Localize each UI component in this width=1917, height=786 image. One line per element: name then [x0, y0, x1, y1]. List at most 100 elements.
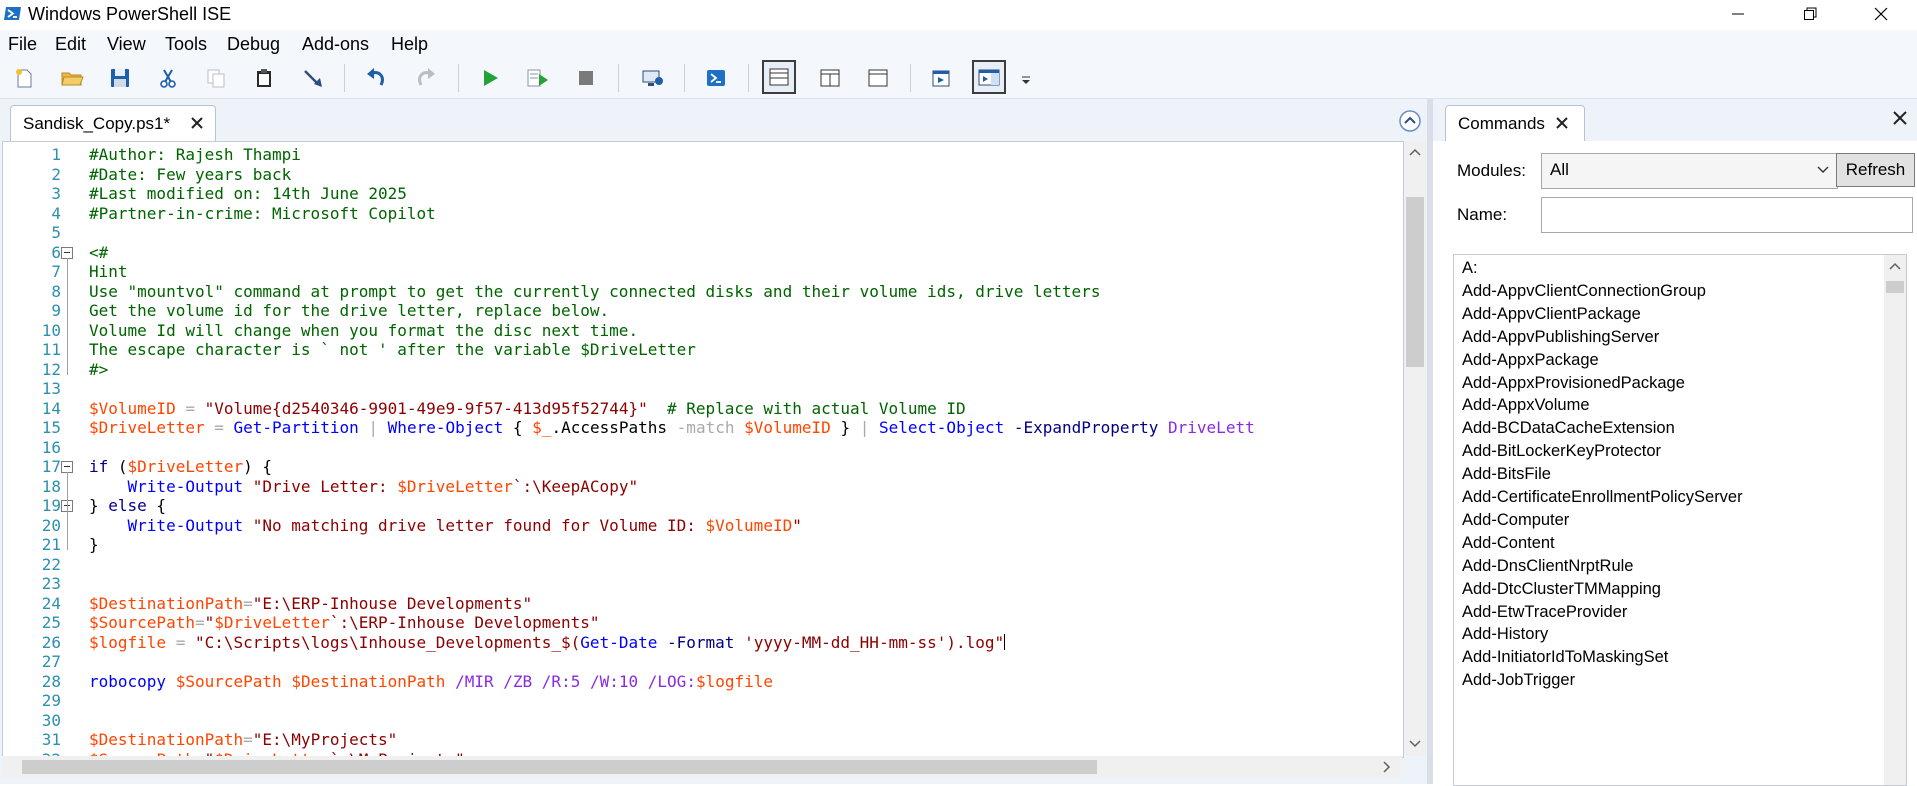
code-line[interactable]: } else {: [89, 496, 166, 516]
code-line[interactable]: robocopy $SourcePath $DestinationPath /M…: [89, 672, 773, 692]
commands-list-scrollbar[interactable]: [1884, 255, 1906, 785]
close-tab-icon[interactable]: [189, 115, 205, 131]
line-number: 21: [41, 535, 61, 554]
stop-button[interactable]: [570, 62, 602, 94]
copy-button[interactable]: [200, 62, 232, 94]
command-list-item[interactable]: A:: [1462, 259, 1478, 278]
restore-button[interactable]: [1782, 0, 1838, 28]
menu-file[interactable]: File: [8, 34, 37, 55]
code-line[interactable]: Write-Output "No matching drive letter f…: [89, 516, 802, 536]
new-script-button[interactable]: [8, 62, 40, 94]
code-token: Select-Object: [879, 418, 1005, 437]
start-powershell-button[interactable]: [700, 62, 732, 94]
close-pane-icon[interactable]: [1891, 109, 1909, 127]
show-script-pane-button[interactable]: [926, 62, 958, 94]
refresh-button[interactable]: Refresh: [1836, 153, 1915, 187]
save-button[interactable]: [104, 62, 136, 94]
code-line[interactable]: $SourcePath="$DriveLetter`:\ERP-Inhouse …: [89, 613, 600, 633]
command-list-item[interactable]: Add-AppxPackage: [1462, 351, 1599, 370]
name-filter-input[interactable]: [1541, 197, 1913, 233]
command-list-item[interactable]: Add-BitsFile: [1462, 465, 1551, 484]
menu-help[interactable]: Help: [391, 34, 428, 55]
tab-sandisk-copy[interactable]: Sandisk_Copy.ps1*: [10, 105, 216, 142]
code-line[interactable]: Hint: [89, 262, 128, 282]
menu-tools[interactable]: Tools: [165, 34, 207, 55]
code-text[interactable]: #Author: Rajesh Thampi #Date: Few years b…: [89, 142, 1399, 757]
undo-button[interactable]: [360, 62, 392, 94]
code-token: <#: [89, 242, 109, 262]
menu-add-ons[interactable]: Add-ons: [302, 34, 369, 55]
command-list-item[interactable]: Add-DnsClientNrptRule: [1462, 557, 1634, 576]
close-tab-icon[interactable]: [1554, 115, 1570, 131]
scroll-up-icon[interactable]: [1409, 147, 1421, 157]
menu-edit[interactable]: Edit: [55, 34, 86, 55]
command-list-item[interactable]: Add-AppvClientConnectionGroup: [1462, 282, 1706, 301]
show-script-pane-maximized-button[interactable]: [862, 62, 894, 94]
show-script-pane-right-button[interactable]: [814, 62, 846, 94]
command-list-item[interactable]: Add-AppxProvisionedPackage: [1462, 374, 1685, 393]
command-list-item[interactable]: Add-AppxVolume: [1462, 396, 1590, 415]
cut-button[interactable]: [152, 62, 184, 94]
code-line[interactable]: Write-Output "Drive Letter: $DriveLetter…: [89, 477, 639, 497]
command-list-item[interactable]: Add-JobTrigger: [1462, 671, 1575, 690]
clear-console-button[interactable]: [296, 62, 328, 94]
vertical-scroll-thumb[interactable]: [1406, 197, 1424, 367]
toolbar-overflow-button[interactable]: [1016, 70, 1036, 90]
new-remote-powershell-tab-button[interactable]: [636, 62, 668, 94]
code-line[interactable]: $VolumeID = "Volume{d2540346-9901-49e9-9…: [89, 399, 966, 419]
tab-commands[interactable]: Commands: [1445, 105, 1585, 142]
code-line[interactable]: #Date: Few years back: [89, 165, 291, 185]
show-commands-addon-button[interactable]: [972, 60, 1006, 94]
code-line[interactable]: #Partner-in-crime: Microsoft Copilot: [89, 204, 436, 224]
code-line[interactable]: Volume Id will change when you format th…: [89, 321, 638, 341]
code-line[interactable]: #>: [89, 360, 108, 380]
scroll-right-icon[interactable]: [1382, 761, 1392, 773]
menu-view[interactable]: View: [107, 34, 146, 55]
code-line[interactable]: if ($DriveLetter) {: [89, 457, 272, 477]
command-list-item[interactable]: Add-AppvClientPackage: [1462, 305, 1641, 324]
show-script-pane-top-button[interactable]: [762, 60, 796, 94]
minimize-button[interactable]: [1710, 0, 1766, 28]
scroll-up-icon[interactable]: [1889, 261, 1901, 271]
code-line[interactable]: $DriveLetter = Get-Partition | Where-Obj…: [89, 418, 1255, 438]
code-line[interactable]: }: [89, 535, 99, 555]
menu-debug[interactable]: Debug: [227, 34, 280, 55]
code-line[interactable]: <#: [89, 243, 108, 263]
close-window-button[interactable]: [1853, 0, 1909, 28]
scroll-down-icon[interactable]: [1409, 739, 1421, 749]
editor-vertical-scrollbar[interactable]: [1404, 141, 1426, 756]
code-line[interactable]: $DestinationPath="E:\MyProjects": [89, 730, 397, 750]
code-line[interactable]: The escape character is ` not ' after th…: [89, 340, 696, 360]
command-list-item[interactable]: Add-Computer: [1462, 511, 1569, 530]
toolbar-separator: [458, 64, 459, 92]
command-list-item[interactable]: Add-DtcClusterTMMapping: [1462, 580, 1661, 599]
open-button[interactable]: [56, 62, 88, 94]
redo-button[interactable]: [410, 62, 442, 94]
commands-list-scroll-thumb[interactable]: [1886, 281, 1904, 293]
command-list-item[interactable]: Add-BitLockerKeyProtector: [1462, 442, 1661, 461]
code-line[interactable]: Get the volume id for the drive letter, …: [89, 301, 609, 321]
code-line[interactable]: Use "mountvol" command at prompt to get …: [89, 282, 1100, 302]
horizontal-scroll-thumb[interactable]: [22, 760, 1097, 774]
code-editor[interactable]: 1 2 3 4 5 6 7 8 9 10 11 12 13 14 15 16 17 18 19 20 21 22 23 24 2…: [2, 141, 1404, 758]
commands-tab-label: Commands: [1458, 114, 1545, 133]
command-list-item[interactable]: Add-Content: [1462, 534, 1555, 553]
code-line[interactable]: #Last modified on: 14th June 2025: [89, 184, 407, 204]
paste-button[interactable]: [248, 62, 280, 94]
code-line[interactable]: $logfile = "C:\Scripts\logs\Inhouse_Deve…: [89, 633, 1006, 653]
command-list-item[interactable]: Add-EtwTraceProvider: [1462, 603, 1627, 622]
modules-select[interactable]: All: [1541, 153, 1838, 189]
command-list-item[interactable]: Add-AppvPublishingServer: [1462, 328, 1659, 347]
command-list-item[interactable]: Add-CertificateEnrollmentPolicyServer: [1462, 488, 1743, 507]
commands-list[interactable]: A: Add-AppvClientConnectionGroup Add-AppvC…: [1453, 254, 1907, 786]
run-selection-button[interactable]: [522, 62, 554, 94]
command-list-item[interactable]: Add-History: [1462, 625, 1548, 644]
code-line[interactable]: $DestinationPath="E:\ERP-Inhouse Develop…: [89, 594, 532, 614]
run-script-button[interactable]: [474, 62, 506, 94]
collapse-script-pane-icon[interactable]: [1398, 109, 1422, 133]
command-list-item[interactable]: Add-InitiatorIdToMaskingSet: [1462, 648, 1668, 667]
command-list-item[interactable]: Add-BCDataCacheExtension: [1462, 419, 1675, 438]
editor-horizontal-scrollbar[interactable]: [2, 756, 1402, 778]
code-line[interactable]: #Author: Rajesh Thampi: [89, 145, 301, 165]
